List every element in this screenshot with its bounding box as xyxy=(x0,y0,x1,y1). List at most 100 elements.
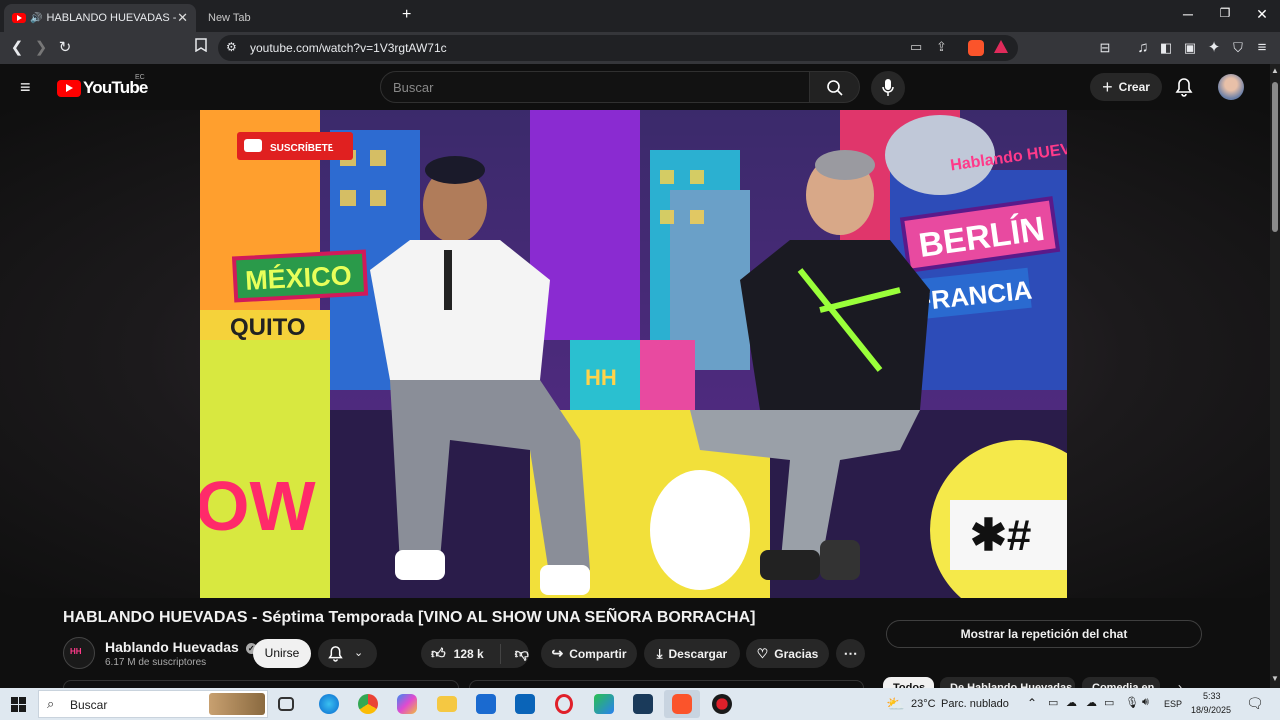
channel-avatar[interactable]: HH xyxy=(63,637,95,669)
volume-icon[interactable]: 🔊︎ xyxy=(1142,696,1149,709)
dislike-button[interactable]: 👎︎ xyxy=(515,645,529,662)
microphone-tray-icon[interactable]: 🎙︎ xyxy=(1125,696,1139,709)
edge-icon[interactable] xyxy=(319,694,339,714)
rewards-icon[interactable] xyxy=(994,40,1008,53)
restore-icon[interactable]: ❐ xyxy=(1210,6,1240,20)
search-icon: ⌕ xyxy=(47,696,55,711)
windows-taskbar: ⌕ Buscar ⛅ 23°C Parc. nublado ⌃ ▭ ☁ ☁ ▭ … xyxy=(0,688,1280,720)
video-title: HABLANDO HUEVADAS - Séptima Temporada [V… xyxy=(63,609,756,626)
scroll-up-icon[interactable]: ▲ xyxy=(1271,66,1279,75)
youtube-logo[interactable]: YouTube EC xyxy=(57,74,148,98)
youtube-header: ≡ YouTube EC Buscar + Crear xyxy=(0,64,1270,110)
audio-playing-icon[interactable]: 🔊 xyxy=(30,13,42,24)
cloud-icon[interactable]: ☁ xyxy=(1066,696,1077,709)
mexico-sign: MÉXICO xyxy=(244,259,352,296)
app-icon[interactable] xyxy=(594,694,614,714)
brave-icon[interactable] xyxy=(672,694,692,714)
join-button[interactable]: Unirse xyxy=(253,639,311,668)
quito-sign: QUITO xyxy=(230,314,306,341)
subscribe-overlay-text: SUSCRÍBETE xyxy=(270,141,335,154)
task-view-icon[interactable] xyxy=(278,697,294,711)
download-button[interactable]: ⤓ Descargar xyxy=(644,639,740,668)
leo-icon[interactable]: ✦ xyxy=(1204,38,1224,58)
network-icon[interactable]: ▭ xyxy=(1104,696,1114,709)
hh-box-text: HH xyxy=(585,365,617,390)
url-text[interactable]: youtube.com/watch?v=1V3rgtAW71c xyxy=(250,41,447,55)
back-icon[interactable]: ❮ xyxy=(7,38,27,58)
address-bar[interactable]: ⚙ youtube.com/watch?v=1V3rgtAW71c ▭ ⇪ xyxy=(218,35,1018,61)
tray-chevron-up-icon[interactable]: ⌃ xyxy=(1027,696,1037,710)
notifications-bell-icon[interactable] xyxy=(1175,77,1193,97)
chrome-icon[interactable] xyxy=(358,694,378,714)
scroll-down-icon[interactable]: ▼ xyxy=(1271,674,1279,683)
sidebar-icon[interactable]: ◧ xyxy=(1156,38,1176,58)
onedrive-icon[interactable]: ☁ xyxy=(1086,696,1097,709)
clock-time[interactable]: 5:33 xyxy=(1203,691,1221,701)
browser-toolbar: ❮ ❯ ↻ ⚙ youtube.com/watch?v=1V3rgtAW71c … xyxy=(0,32,1280,64)
store-icon[interactable] xyxy=(476,694,496,714)
taskbar-search-input[interactable]: ⌕ Buscar xyxy=(38,690,268,718)
weather-icon[interactable]: ⛅ xyxy=(886,695,905,713)
video-player[interactable]: OW ✱# MÉXICO QUITO BERLÍN FRANCIA Hablan… xyxy=(200,110,1067,598)
terminal-icon[interactable] xyxy=(633,694,653,714)
search-button[interactable] xyxy=(809,71,860,103)
more-actions-button[interactable]: ⋯ xyxy=(836,639,865,668)
share-button[interactable]: ↪ Compartir xyxy=(541,639,637,668)
thanks-label: Gracias xyxy=(774,646,819,661)
channel-name-text: Hablando Huevadas xyxy=(105,639,239,655)
browser-title-bar: 🔊 HABLANDO HUEVADAS - Sé ✕ New Tab + ─ ❐… xyxy=(0,0,1280,32)
weather-temp[interactable]: 23°C xyxy=(911,698,936,710)
minimize-icon[interactable]: ─ xyxy=(1173,6,1203,22)
outlook-icon[interactable] xyxy=(515,694,535,714)
like-button[interactable]: 👍︎ 128 k xyxy=(431,645,484,662)
page-scrollbar[interactable]: ▲ ▼ xyxy=(1270,64,1280,688)
tab-title: New Tab xyxy=(208,12,251,24)
taskbar-search-placeholder: Buscar xyxy=(70,698,108,712)
copilot-icon[interactable] xyxy=(397,694,417,714)
voice-search-button[interactable] xyxy=(871,71,905,105)
windows-start-icon[interactable] xyxy=(11,697,26,712)
thanks-heart-icon: ♡ xyxy=(756,645,769,661)
channel-name[interactable]: Hablando Huevadas ✓ xyxy=(105,639,257,655)
close-tab-icon[interactable]: ✕ xyxy=(177,10,188,26)
tab-youtube[interactable]: 🔊 HABLANDO HUEVADAS - Sé ✕ xyxy=(4,4,196,32)
user-avatar[interactable] xyxy=(1218,74,1244,100)
search-placeholder: Buscar xyxy=(393,80,434,95)
clock-date[interactable]: 18/9/2025 xyxy=(1191,705,1231,715)
download-icon: ⤓ xyxy=(656,645,663,661)
youtube-play-logo-icon xyxy=(57,79,81,97)
vpn-icon[interactable]: ⛉ xyxy=(1228,38,1248,58)
tab-search-icon[interactable]: ⊟ xyxy=(1095,38,1115,58)
reload-icon[interactable]: ↻ xyxy=(55,38,75,58)
scroll-thumb[interactable] xyxy=(1272,82,1278,232)
cast-icon[interactable]: ▭ xyxy=(910,39,922,55)
recorder-icon[interactable] xyxy=(712,694,732,714)
tab-new-tab[interactable]: New Tab xyxy=(200,4,380,32)
media-icon[interactable]: ♫ xyxy=(1133,38,1153,58)
search-input[interactable]: Buscar xyxy=(380,71,810,103)
thanks-button[interactable]: ♡ Gracias xyxy=(746,639,829,668)
close-window-icon[interactable]: ✕ xyxy=(1247,6,1277,23)
share-icon[interactable]: ⇪ xyxy=(936,39,947,55)
tray-app-icon[interactable]: ▭ xyxy=(1048,696,1058,709)
file-explorer-icon[interactable] xyxy=(437,696,457,712)
brave-shield-icon[interactable] xyxy=(968,40,984,56)
subscriber-count: 6.17 M de suscriptores xyxy=(105,657,207,668)
weather-desc[interactable]: Parc. nublado xyxy=(941,698,1009,710)
notification-center-icon[interactable]: 🗨︎ xyxy=(1246,695,1264,712)
show-chat-replay-button[interactable]: Mostrar la repetición del chat xyxy=(886,620,1202,648)
create-button[interactable]: + Crear xyxy=(1090,73,1162,101)
divider xyxy=(499,643,501,664)
wallet-icon[interactable]: ▣ xyxy=(1180,38,1200,58)
new-tab-button[interactable]: + xyxy=(402,6,411,24)
hamburger-menu-icon[interactable]: ≡ xyxy=(20,78,31,96)
menu-icon[interactable]: ≡ xyxy=(1252,38,1272,58)
subscription-bell-button[interactable]: ⌄ xyxy=(318,639,377,668)
forward-icon[interactable]: ❯ xyxy=(31,38,51,58)
microphone-icon xyxy=(882,79,894,96)
language-indicator[interactable]: ESP xyxy=(1164,699,1182,709)
site-info-icon[interactable]: ⚙ xyxy=(226,40,237,54)
bookmark-icon[interactable] xyxy=(191,38,211,58)
opera-icon[interactable] xyxy=(555,694,573,714)
download-label: Descargar xyxy=(668,646,728,661)
